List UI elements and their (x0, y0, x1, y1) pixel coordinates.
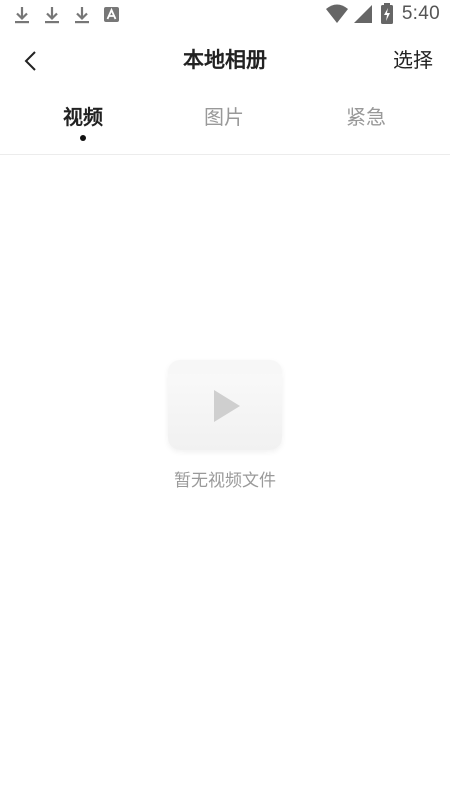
video-play-icon (168, 360, 282, 450)
system-icons: 5:40 (325, 3, 440, 25)
active-tab-indicator (80, 135, 86, 141)
status-time: 5:40 (401, 3, 440, 24)
wifi-icon (325, 3, 349, 25)
notification-icons (12, 5, 132, 25)
download-icon (12, 5, 32, 25)
tab-emergency[interactable]: 紧急 (306, 98, 426, 136)
select-button[interactable]: 选择 (393, 44, 433, 76)
tab-images[interactable]: 图片 (164, 98, 284, 136)
download-icon (42, 5, 62, 25)
header-bar: 本地相册 选择 (0, 38, 450, 84)
cell-signal-icon (352, 3, 374, 25)
download-icon (72, 5, 92, 25)
status-bar: 5:40 (0, 0, 450, 30)
tab-videos[interactable]: 视频 (23, 98, 143, 136)
tabs-divider (0, 154, 450, 155)
empty-state-text: 暂无视频文件 (174, 471, 276, 491)
battery-charging-icon (380, 3, 394, 25)
app-notification-icon (102, 5, 122, 25)
page-title: 本地相册 (183, 48, 267, 72)
album-tabs: 视频 图片 紧急 (0, 98, 450, 154)
